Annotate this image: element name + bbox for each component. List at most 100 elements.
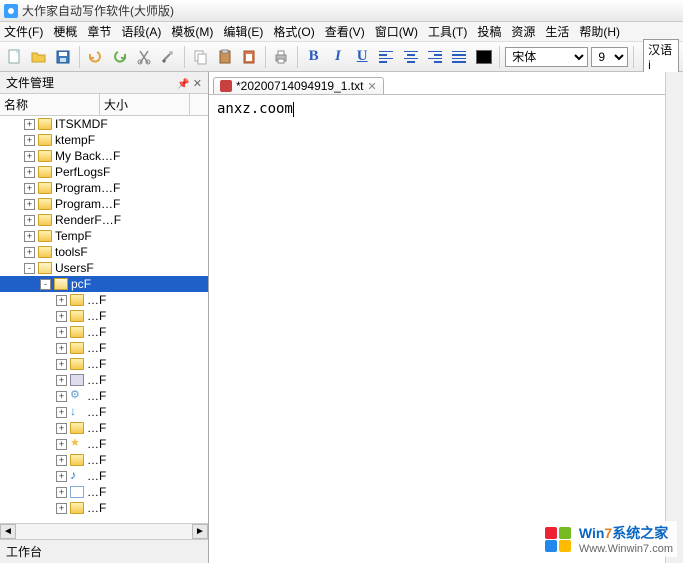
- pin-icon[interactable]: 📌: [177, 79, 189, 90]
- expand-toggle[interactable]: +: [56, 327, 67, 338]
- expand-toggle[interactable]: +: [24, 183, 35, 194]
- tree-node[interactable]: +…F: [0, 436, 208, 452]
- expand-toggle[interactable]: +: [56, 407, 67, 418]
- menu-item[interactable]: 章节: [87, 23, 111, 40]
- menu-item[interactable]: 帮助(H): [579, 23, 620, 40]
- align-right-button[interactable]: [424, 46, 445, 68]
- menu-item[interactable]: 格式(O): [273, 23, 314, 40]
- expand-toggle[interactable]: +: [56, 455, 67, 466]
- tree-node[interactable]: +…F: [0, 308, 208, 324]
- close-panel-icon[interactable]: ✕: [193, 78, 202, 90]
- tree-node[interactable]: +…F: [0, 404, 208, 420]
- tree-node[interactable]: +ITSKMDF: [0, 116, 208, 132]
- new-file-button[interactable]: [4, 46, 25, 68]
- tree-node[interactable]: +…F: [0, 388, 208, 404]
- expand-toggle[interactable]: +: [56, 391, 67, 402]
- scroll-right-arrow[interactable]: ►: [192, 524, 208, 539]
- save-button[interactable]: [53, 46, 74, 68]
- menu-item[interactable]: 编辑(E): [223, 23, 263, 40]
- tree-node[interactable]: +…F: [0, 324, 208, 340]
- menu-item[interactable]: 窗口(W): [375, 23, 418, 40]
- tree-node[interactable]: +…F: [0, 452, 208, 468]
- tree-node[interactable]: +My Back…F: [0, 148, 208, 164]
- file-tree[interactable]: +ITSKMDF+ktempF+My Back…F+PerfLogsF+Prog…: [0, 116, 208, 523]
- expand-toggle[interactable]: +: [56, 311, 67, 322]
- expand-toggle[interactable]: -: [40, 279, 51, 290]
- settings-button[interactable]: [158, 46, 179, 68]
- tree-node[interactable]: -UsersF: [0, 260, 208, 276]
- expand-toggle[interactable]: +: [24, 135, 35, 146]
- tree-node[interactable]: +ktempF: [0, 132, 208, 148]
- font-color-button[interactable]: [473, 46, 494, 68]
- menu-item[interactable]: 工具(T): [428, 23, 467, 40]
- expand-toggle[interactable]: +: [24, 215, 35, 226]
- menu-item[interactable]: 语段(A): [121, 23, 161, 40]
- font-family-combo[interactable]: 宋体: [505, 47, 588, 67]
- close-tab-icon[interactable]: ✕: [367, 80, 376, 93]
- expand-toggle[interactable]: +: [56, 471, 67, 482]
- italic-button[interactable]: I: [327, 46, 348, 68]
- workbench-tab[interactable]: 工作台: [0, 539, 208, 563]
- paste-button[interactable]: [214, 46, 235, 68]
- tree-node[interactable]: +…F: [0, 420, 208, 436]
- menu-item[interactable]: 生活: [545, 23, 569, 40]
- expand-toggle[interactable]: +: [24, 119, 35, 130]
- tree-node[interactable]: +toolsF: [0, 244, 208, 260]
- expand-toggle[interactable]: +: [56, 423, 67, 434]
- align-justify-button[interactable]: [449, 46, 470, 68]
- redo-button[interactable]: [109, 46, 130, 68]
- expand-toggle[interactable]: +: [24, 247, 35, 258]
- col-size[interactable]: 大小: [100, 94, 190, 115]
- expand-toggle[interactable]: +: [24, 151, 35, 162]
- tree-node[interactable]: +Program…F: [0, 180, 208, 196]
- expand-toggle[interactable]: +: [56, 487, 67, 498]
- align-center-button[interactable]: [400, 46, 421, 68]
- tree-node[interactable]: +TempF: [0, 228, 208, 244]
- tree-node[interactable]: +…F: [0, 292, 208, 308]
- undo-button[interactable]: [85, 46, 106, 68]
- tree-node[interactable]: +…F: [0, 340, 208, 356]
- tree-node[interactable]: +…F: [0, 484, 208, 500]
- col-name[interactable]: 名称: [0, 94, 100, 115]
- expand-toggle[interactable]: +: [56, 375, 67, 386]
- print-button[interactable]: [271, 46, 292, 68]
- expand-toggle[interactable]: +: [56, 343, 67, 354]
- copy-button[interactable]: [190, 46, 211, 68]
- menu-item[interactable]: 文件(F): [4, 23, 43, 40]
- language-button[interactable]: 汉语i: [643, 39, 679, 74]
- expand-toggle[interactable]: +: [56, 295, 67, 306]
- expand-toggle[interactable]: +: [24, 167, 35, 178]
- bold-button[interactable]: B: [303, 46, 324, 68]
- tree-node[interactable]: +…F: [0, 468, 208, 484]
- align-left-button[interactable]: [376, 46, 397, 68]
- tree-node[interactable]: -pcF: [0, 276, 208, 292]
- editor-tab[interactable]: *20200714094919_1.txt ✕: [213, 77, 384, 94]
- underline-button[interactable]: U: [352, 46, 373, 68]
- expand-toggle[interactable]: +: [56, 359, 67, 370]
- horizontal-scrollbar[interactable]: ◄ ►: [0, 523, 208, 539]
- tree-node[interactable]: +…F: [0, 356, 208, 372]
- font-size-combo[interactable]: 9: [591, 47, 628, 67]
- tree-node[interactable]: +PerfLogsF: [0, 164, 208, 180]
- scroll-left-arrow[interactable]: ◄: [0, 524, 16, 539]
- vertical-scrollbar[interactable]: [665, 72, 683, 563]
- menu-item[interactable]: 梗概: [53, 23, 77, 40]
- expand-toggle[interactable]: -: [24, 263, 35, 274]
- menu-item[interactable]: 资源: [511, 23, 535, 40]
- clipboard-button[interactable]: [238, 46, 259, 68]
- scroll-track[interactable]: [16, 524, 192, 539]
- expand-toggle[interactable]: +: [24, 199, 35, 210]
- cut-button[interactable]: [133, 46, 154, 68]
- expand-toggle[interactable]: +: [56, 439, 67, 450]
- open-file-button[interactable]: [28, 46, 49, 68]
- tree-node[interactable]: +…F: [0, 372, 208, 388]
- menu-item[interactable]: 模板(M): [171, 23, 213, 40]
- text-editor[interactable]: anxz.coom: [209, 94, 665, 563]
- col-attr[interactable]: [190, 94, 208, 115]
- tree-node[interactable]: +RenderF…F: [0, 212, 208, 228]
- menu-item[interactable]: 投稿: [477, 23, 501, 40]
- menu-item[interactable]: 查看(V): [325, 23, 365, 40]
- tree-node[interactable]: +Program…F: [0, 196, 208, 212]
- expand-toggle[interactable]: +: [56, 503, 67, 514]
- expand-toggle[interactable]: +: [24, 231, 35, 242]
